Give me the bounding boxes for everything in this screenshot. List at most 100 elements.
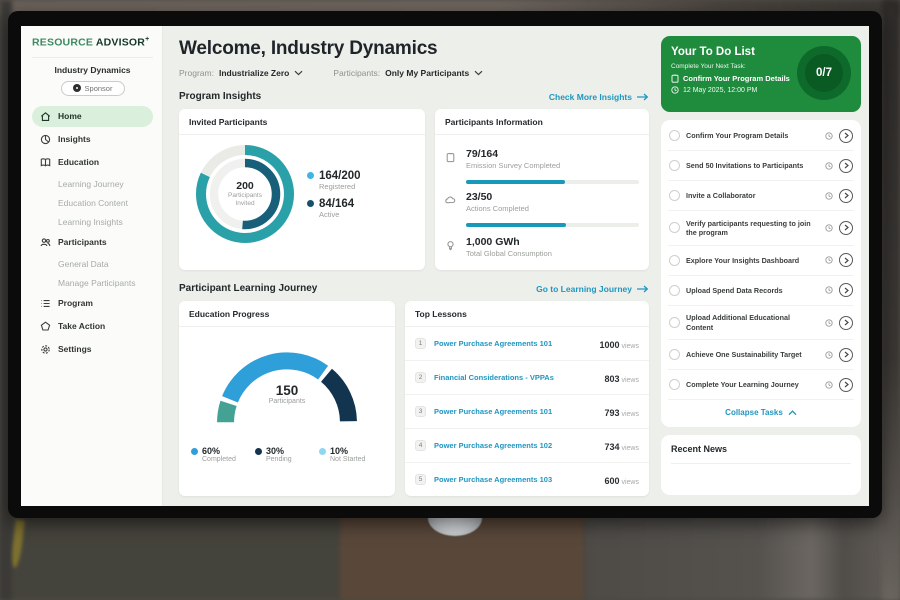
arrow-right-icon: [636, 285, 649, 293]
task-row[interactable]: Invite a Collaborator: [668, 181, 854, 211]
program-dropdown[interactable]: Program: Industrialize Zero: [179, 68, 303, 78]
task-row[interactable]: Achieve One Sustainability Target: [668, 340, 854, 370]
task-checkbox[interactable]: [669, 160, 680, 171]
task-checkbox[interactable]: [669, 317, 680, 328]
education-progress-card: Education Progress 150 Participants: [179, 301, 395, 496]
chevron-down-icon: [474, 70, 483, 76]
chevron-right-icon: [844, 162, 849, 169]
participants-information-card: Participants Information 79/164 Emission…: [435, 109, 649, 270]
task-open-button[interactable]: [839, 378, 853, 392]
task-row[interactable]: Verify participants requesting to join t…: [668, 211, 854, 246]
sidebar-item-manage-participants[interactable]: Manage Participants: [32, 274, 153, 293]
sidebar-item-participants[interactable]: Participants: [32, 232, 153, 253]
task-list: Confirm Your Program Details Send 50 Inv…: [661, 120, 861, 427]
legend-registered: 164/200 Registered: [307, 170, 361, 191]
todo-subtitle: Complete Your Next Task:: [671, 63, 790, 70]
task-checkbox[interactable]: [669, 190, 680, 201]
section-title: Program Insights: [179, 91, 261, 102]
task-open-button[interactable]: [839, 159, 853, 173]
participants-icon: [40, 237, 51, 248]
task-open-button[interactable]: [839, 189, 853, 203]
lesson-link[interactable]: Power Purchase Agreements 102: [434, 441, 596, 450]
lesson-row[interactable]: 3 Power Purchase Agreements 101 793views: [405, 395, 649, 429]
clock-icon: [825, 351, 833, 359]
task-open-button[interactable]: [839, 283, 853, 297]
task-checkbox[interactable]: [669, 349, 680, 360]
lesson-row[interactable]: 1 Power Purchase Agreements 101 1000view…: [405, 327, 649, 361]
task-row[interactable]: Upload Additional Educational Content: [668, 306, 854, 341]
task-row[interactable]: Complete Your Learning Journey: [668, 370, 854, 400]
sidebar-item-take-action[interactable]: Take Action: [32, 316, 153, 337]
completed-dot-icon: [191, 448, 198, 455]
card-title: Invited Participants: [179, 109, 425, 135]
participants-dropdown[interactable]: Participants: Only My Participants: [333, 68, 483, 78]
invited-participants-card: Invited Participants 200 ParticipantsInv…: [179, 109, 425, 270]
task-open-button[interactable]: [839, 129, 853, 143]
sidebar-item-settings[interactable]: Settings: [32, 339, 153, 360]
lesson-link[interactable]: Financial Considerations - VPPAs: [434, 373, 596, 382]
task-row[interactable]: Upload Spend Data Records: [668, 276, 854, 306]
sidebar-item-home[interactable]: Home: [32, 106, 153, 127]
lesson-link[interactable]: Power Purchase Agreements 101: [434, 407, 596, 416]
lesson-row[interactable]: 5 Power Purchase Agreements 103 600views: [405, 463, 649, 496]
legend-not-started: 10% Not Started: [319, 446, 383, 463]
task-row[interactable]: Explore Your Insights Dashboard: [668, 246, 854, 276]
lesson-link[interactable]: Power Purchase Agreements 103: [434, 475, 596, 484]
page-title: Welcome, Industry Dynamics: [179, 38, 649, 60]
clipboard-icon: [671, 74, 679, 83]
sidebar-item-general-data[interactable]: General Data: [32, 255, 153, 274]
legend-completed: 60% Completed: [191, 446, 255, 463]
task-row[interactable]: Send 50 Invitations to Participants: [668, 151, 854, 181]
task-open-button[interactable]: [839, 348, 853, 362]
lesson-row[interactable]: 2 Financial Considerations - VPPAs 803vi…: [405, 361, 649, 395]
legend-pending: 30% Pending: [255, 446, 319, 463]
take-action-icon: [40, 321, 51, 332]
task-checkbox[interactable]: [669, 379, 680, 390]
background-right: [882, 0, 900, 600]
task-row[interactable]: Confirm Your Program Details: [668, 121, 854, 151]
settings-icon: [40, 344, 51, 355]
clock-icon: [825, 224, 833, 232]
task-open-button[interactable]: [839, 221, 853, 235]
task-checkbox[interactable]: [669, 285, 680, 296]
app-logo: RESOURCE ADVISOR+: [32, 36, 153, 49]
clock-icon: [825, 256, 833, 264]
sidebar-item-learning-insights[interactable]: Learning Insights: [32, 213, 153, 232]
todo-counter: 0/7: [816, 67, 832, 79]
section-title: Participant Learning Journey: [179, 283, 317, 294]
clock-icon: [825, 319, 833, 327]
education-icon: [40, 157, 51, 168]
actions-progress-bar: [466, 223, 639, 227]
clock-icon: [825, 286, 833, 294]
task-checkbox[interactable]: [669, 255, 680, 266]
stat-actions-completed: 23/50 Actions Completed: [445, 186, 639, 217]
sidebar-item-program[interactable]: Program: [32, 293, 153, 314]
task-checkbox[interactable]: [669, 222, 680, 233]
donut-center-label: 200 ParticipantsInvited: [193, 142, 297, 246]
sidebar-item-insights[interactable]: Insights: [32, 129, 153, 150]
chevron-down-icon: [294, 70, 303, 76]
emission-survey-progress-bar: [466, 180, 639, 184]
task-open-button[interactable]: [839, 316, 853, 330]
sidebar-item-education[interactable]: Education: [32, 152, 153, 173]
lesson-row[interactable]: 4 Power Purchase Agreements 102 734views: [405, 429, 649, 463]
sidebar-item-learning-journey[interactable]: Learning Journey: [32, 175, 153, 194]
task-open-button[interactable]: [839, 253, 853, 267]
sidebar-item-education-content[interactable]: Education Content: [32, 194, 153, 213]
card-title: Top Lessons: [405, 301, 649, 327]
chevron-right-icon: [844, 351, 849, 358]
lesson-link[interactable]: Power Purchase Agreements 101: [434, 339, 591, 348]
go-to-learning-journey-link[interactable]: Go to Learning Journey: [536, 284, 649, 294]
invited-participants-donut-chart: 200 ParticipantsInvited: [193, 142, 297, 246]
role-badge-sponsor[interactable]: Sponsor: [61, 81, 125, 96]
task-checkbox[interactable]: [669, 130, 680, 141]
dashboard-screen: RESOURCE ADVISOR+ Industry Dynamics Spon…: [21, 26, 869, 506]
gauge-center-label: 150 Participants: [202, 383, 372, 405]
learning-journey-header: Participant Learning Journey Go to Learn…: [179, 283, 649, 294]
collapse-tasks-link[interactable]: Collapse Tasks: [668, 400, 854, 426]
clock-icon: [825, 162, 833, 170]
check-more-insights-link[interactable]: Check More Insights: [549, 92, 649, 102]
clock-icon: [671, 86, 679, 94]
registered-dot-icon: [307, 172, 314, 179]
program-insights-header: Program Insights Check More Insights: [179, 91, 649, 102]
